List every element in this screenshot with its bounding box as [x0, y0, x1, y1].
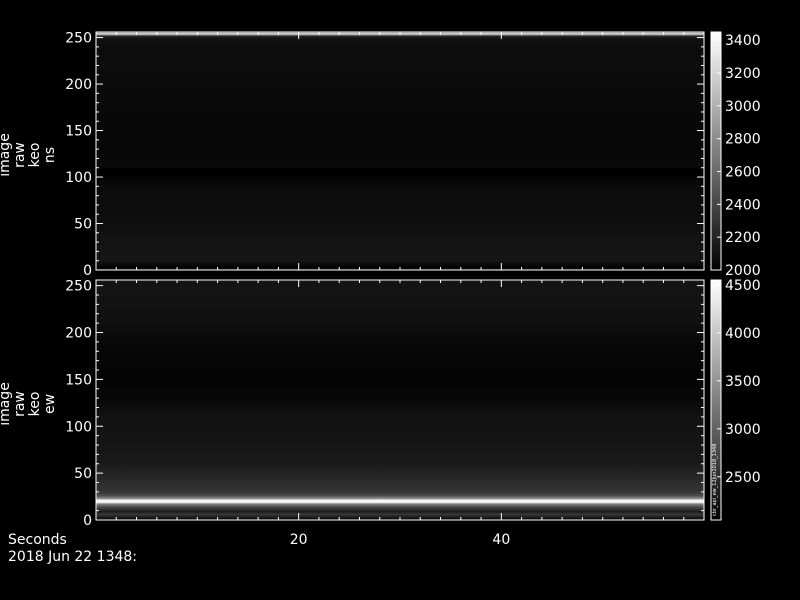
colorbar-tick-label: 3400 [725, 33, 761, 49]
y-tick-label: 100 [65, 419, 92, 435]
colorbar-tick-label: 3000 [725, 422, 761, 438]
colorbar-ns: 2000 2200 2400 2600 2800 3000 3200 3400 [710, 31, 761, 279]
y-tick-label: 50 [74, 217, 92, 233]
colorbar-tick-label: 2500 [725, 470, 761, 486]
x-axis-labels: 20 40 [290, 532, 510, 548]
panel-ew: 25003000350040004500cbr_api_ew_12Jun2018… [0, 278, 761, 529]
heatmap-ns [96, 32, 704, 270]
y-tick-label: 250 [65, 31, 92, 47]
heatmap-ew [96, 280, 704, 520]
y-label-word: raw [12, 391, 28, 417]
colorbar-tick-label: 4000 [725, 326, 761, 342]
colorbar-ramp [711, 32, 721, 270]
y-tick-label: 150 [65, 372, 92, 388]
colorbar-ew: 2500 3000 3500 4000 4500 cbr_api_ew_12Jun2018… [710, 278, 761, 521]
colorbar-tick-label: 2600 [725, 165, 761, 181]
colorbar-tick-label: 3200 [725, 66, 761, 82]
y-tick-label: 0 [83, 513, 92, 529]
colorbar-tick-label: 2800 [725, 132, 761, 148]
y-tick-label: 0 [83, 263, 92, 279]
colorbar-tick-label: 3500 [725, 374, 761, 390]
y-tick-label: 100 [65, 170, 92, 186]
y-label-word: raw [12, 142, 28, 168]
y-label-word: keo [27, 392, 43, 417]
x-axis-title: Seconds [8, 532, 67, 548]
y-tick-label: 250 [65, 279, 92, 295]
timestamp: 2018 Jun 22 1348: [8, 549, 137, 565]
colorbar-tick-label: 2000 [725, 263, 761, 279]
keogram-figure: 20002200240026002800300032003400 0501001… [0, 31, 761, 565]
colorbar-tick-label: 2400 [725, 197, 761, 213]
y-label-word: keo [27, 143, 43, 168]
colorbar-note: cbr_api_ew_12Jun2018_1348 [712, 444, 718, 516]
y-tick-label: 200 [65, 77, 92, 93]
colorbar-tick-label: 2200 [725, 230, 761, 246]
x-tick-label: 40 [492, 532, 510, 548]
colorbar-tick-label: 4500 [725, 278, 761, 294]
colorbar-tick-label: 3000 [725, 99, 761, 115]
y-label-word: ew [42, 394, 58, 414]
panel-ns: 2000 2200 2400 2600 2800 3000 3200 3400 0 50 100 1… [0, 31, 761, 279]
y-tick-label: 50 [74, 466, 92, 482]
y-tick-label: 200 [65, 326, 92, 342]
y-label-word: ns [42, 147, 58, 163]
y-label-ew: image raw keo ew [0, 382, 58, 426]
y-label-ns: image raw keo ns [0, 133, 58, 177]
x-tick-label: 20 [290, 532, 308, 548]
y-tick-label: 150 [65, 124, 92, 140]
